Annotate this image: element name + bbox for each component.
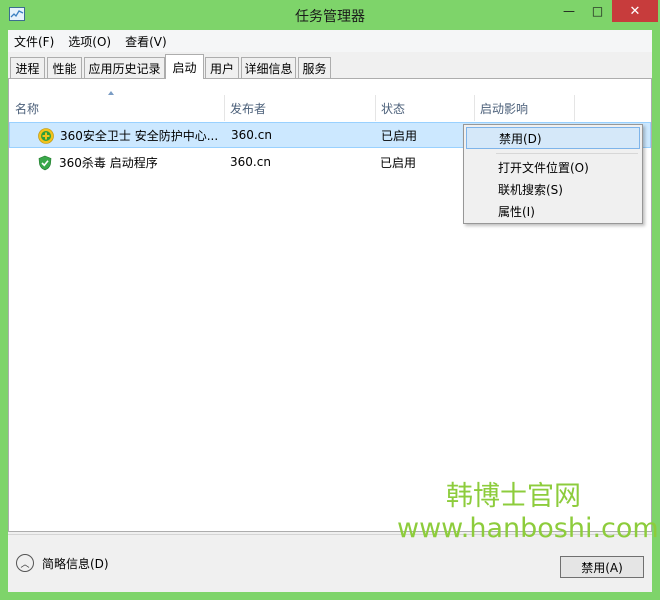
less-details-toggle[interactable]: ︿ 简略信息(D) — [16, 554, 109, 572]
tab-startup[interactable]: 启动 — [165, 54, 204, 79]
row-status: 已启用 — [381, 128, 418, 143]
close-button[interactable]: ✕ — [612, 0, 658, 22]
360-antivirus-shield-icon — [38, 155, 52, 171]
column-header-startup-impact[interactable]: 启动影响 — [474, 95, 574, 121]
tab-services[interactable]: 服务 — [298, 57, 331, 78]
menu-bar: 文件(F) 选项(O) 查看(V) — [8, 30, 652, 52]
context-menu: 禁用(D) 打开文件位置(O) 联机搜索(S) 属性(I) — [463, 124, 643, 224]
tab-performance[interactable]: 性能 — [47, 57, 82, 78]
row-publisher: 360.cn — [231, 128, 272, 142]
row-name: 360安全卫士 安全防护中心... — [60, 128, 219, 143]
watermark-url: www.hanboshi.com — [397, 513, 659, 544]
column-header-name[interactable]: 名称 — [9, 95, 224, 121]
tab-app-history[interactable]: 应用历史记录 — [84, 57, 165, 78]
column-header-publisher[interactable]: 发布者 — [224, 95, 375, 121]
360-safeguard-icon — [38, 128, 54, 144]
context-menu-properties[interactable]: 属性(I) — [466, 200, 640, 222]
column-header-status[interactable]: 状态 — [375, 95, 474, 121]
chevron-up-icon: ︿ — [16, 554, 34, 572]
tab-processes[interactable]: 进程 — [10, 57, 45, 78]
menu-view[interactable]: 查看(V) — [125, 33, 167, 50]
tab-details[interactable]: 详细信息 — [241, 57, 296, 78]
context-menu-disable[interactable]: 禁用(D) — [466, 127, 640, 149]
menu-file[interactable]: 文件(F) — [14, 33, 54, 50]
menu-options[interactable]: 选项(O) — [68, 33, 111, 50]
tab-users[interactable]: 用户 — [205, 57, 239, 78]
disable-button[interactable]: 禁用(A) — [560, 556, 644, 578]
row-publisher: 360.cn — [230, 155, 271, 169]
tab-strip: 进程 性能 应用历史记录 启动 用户 详细信息 服务 — [8, 54, 652, 79]
context-menu-open-file-location[interactable]: 打开文件位置(O) — [466, 156, 640, 178]
context-menu-separator — [496, 153, 638, 154]
row-name: 360杀毒 启动程序 — [59, 155, 158, 170]
minimize-button[interactable]: — — [555, 0, 583, 22]
title-bar[interactable]: 任务管理器 — □ ✕ — [0, 0, 660, 30]
context-menu-search-online[interactable]: 联机搜索(S) — [466, 178, 640, 200]
maximize-button[interactable]: □ — [584, 0, 611, 22]
watermark-text: 韩博士官网 — [446, 481, 581, 512]
row-status: 已启用 — [380, 155, 417, 170]
column-separator[interactable] — [574, 95, 575, 121]
less-details-label: 简略信息(D) — [42, 556, 109, 571]
task-manager-window: 任务管理器 — □ ✕ 文件(F) 选项(O) 查看(V) 进程 性能 应用历史… — [0, 0, 660, 600]
